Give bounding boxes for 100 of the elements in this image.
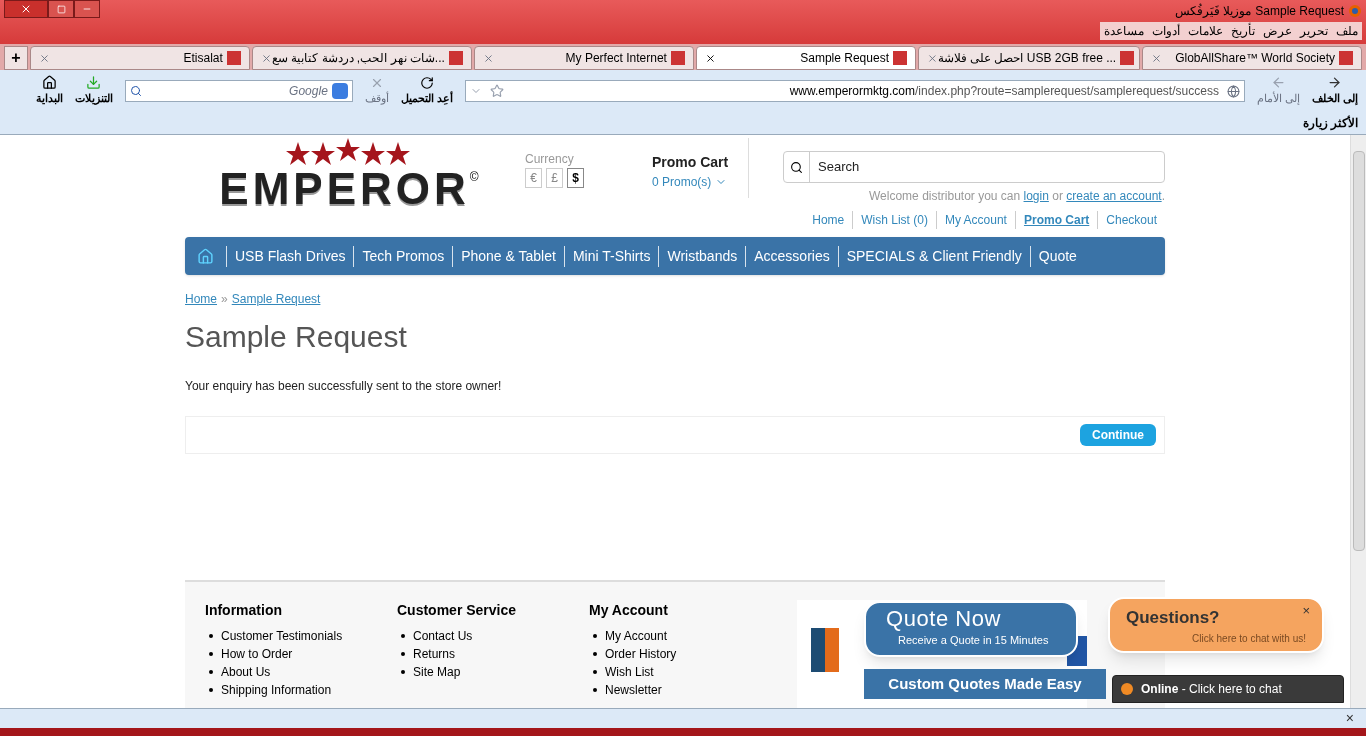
menu-link[interactable]: Wristbands xyxy=(658,245,746,267)
menu-item[interactable]: مساعدة xyxy=(1104,22,1144,40)
menu-item[interactable]: أدوات xyxy=(1152,22,1180,40)
browser-tab[interactable]: My Perfect Internet xyxy=(473,46,694,70)
home-icon[interactable] xyxy=(197,247,214,265)
home-icon xyxy=(41,75,57,91)
menu-link[interactable]: Phone & Tablet xyxy=(452,245,564,267)
footer-link[interactable]: How to Order xyxy=(221,645,293,663)
tab-label: Etisalat xyxy=(183,50,223,67)
restore-button[interactable] xyxy=(48,0,74,18)
close-button[interactable] xyxy=(4,0,48,18)
close-button[interactable]: × xyxy=(1345,708,1354,729)
bullet-icon xyxy=(593,670,597,674)
tab-label: احصل على فلاشة USB 2GB free ... xyxy=(937,50,1117,67)
quote-bubble[interactable]: Quote Now Receive a Quote in 15 Minutes xyxy=(864,601,1078,657)
footer-heading: Customer Service xyxy=(397,601,518,620)
menu-item[interactable]: تأريخ xyxy=(1231,22,1255,40)
minimize-button[interactable] xyxy=(74,0,100,18)
bookmark-item[interactable]: الأكثر زيارة xyxy=(1302,114,1358,132)
footer-link[interactable]: Customer Testimonials xyxy=(221,627,343,645)
favicon xyxy=(892,51,907,65)
menu-link[interactable]: USB Flash Drives xyxy=(226,245,354,267)
footer-link[interactable]: Wish List xyxy=(605,663,654,681)
restore-icon xyxy=(56,4,66,14)
success-message: Your enquiry has been successfully sent to the store owner! xyxy=(185,378,503,395)
back-icon xyxy=(1327,75,1343,91)
menu-link[interactable]: Accessories xyxy=(745,245,838,267)
cart-count[interactable]: 0 Promo(s) xyxy=(652,173,729,191)
menu-link[interactable]: SPECIALS & Client Friendly xyxy=(837,245,1030,267)
currency-button[interactable]: € xyxy=(525,168,542,188)
top-link[interactable]: Checkout xyxy=(1097,211,1165,229)
stop-button[interactable]: أوقف xyxy=(364,75,389,107)
breadcrumb-link[interactable]: Sample Request xyxy=(231,290,321,308)
browser-tab[interactable]: Sample Request xyxy=(695,46,916,70)
back-button[interactable]: إلى الخلف xyxy=(1311,75,1358,107)
cart-title[interactable]: Promo Cart xyxy=(652,152,729,173)
create-account-link[interactable]: create an account xyxy=(1066,189,1162,203)
app-name: موزيلا فَيَرفُكس xyxy=(1174,2,1252,20)
footer-link[interactable]: About Us xyxy=(221,663,271,681)
bullet-icon xyxy=(209,634,213,638)
welcome-text: Welcome distributor you can login or create an account. xyxy=(869,188,1165,205)
address-bar[interactable]: www.emperormktg.com/index.php?route=samplerequest/samplerequest/success xyxy=(464,80,1245,102)
menu-item[interactable]: علامات xyxy=(1188,22,1223,40)
logo[interactable]: EMPEROR© xyxy=(185,138,513,214)
footer-link[interactable]: Contact Us xyxy=(413,627,473,645)
web-search-field[interactable]: Google xyxy=(124,80,353,102)
browser-tab[interactable]: احصل على فلاشة USB 2GB free ... xyxy=(917,46,1140,70)
bullet-icon xyxy=(593,634,597,638)
menu-item[interactable]: عرض xyxy=(1263,22,1292,40)
currency-button[interactable]: $ xyxy=(567,168,584,188)
top-link[interactable]: My Account xyxy=(935,211,1015,229)
login-link[interactable]: login xyxy=(1023,189,1049,203)
tab-label: Sample Request xyxy=(800,50,889,67)
favicon xyxy=(226,51,241,65)
bullet-icon xyxy=(401,652,405,656)
chat-status-bar[interactable]: Online - Click here to chat xyxy=(1112,675,1344,703)
browser-tab[interactable]: شات نهر الحب, دردشة كتابية سع... xyxy=(251,46,472,70)
breadcrumb-link[interactable]: Home xyxy=(185,290,217,308)
tab-label: شات نهر الحب, دردشة كتابية سع... xyxy=(271,50,445,67)
downloads-button[interactable]: التنزيلات xyxy=(74,75,113,107)
tab-label: My Perfect Internet xyxy=(565,50,667,67)
close-button[interactable]: × xyxy=(1302,601,1310,621)
store-search-field[interactable]: Search xyxy=(783,151,1165,183)
footer-link[interactable]: Newsletter xyxy=(605,681,662,699)
menu-item[interactable]: ملف xyxy=(1336,22,1358,40)
forward-button[interactable]: إلى الأمام xyxy=(1256,75,1300,107)
chat-bubble[interactable]: Questions? Click here to chat with us! × xyxy=(1108,597,1324,653)
home-button[interactable]: البداية xyxy=(35,75,63,107)
browser-tab[interactable]: Etisalat xyxy=(29,46,250,70)
favicon xyxy=(670,51,685,65)
top-link[interactable]: Wish List (0) xyxy=(852,211,936,229)
menu-item[interactable]: تحرير xyxy=(1300,22,1328,40)
close-icon xyxy=(20,3,32,15)
menu-link[interactable]: Tech Promos xyxy=(353,245,453,267)
quote-banner[interactable]: Custom Quotes Made Easy xyxy=(864,669,1106,699)
reload-button[interactable]: أعِد التحميل xyxy=(400,75,453,107)
bullet-icon xyxy=(593,652,597,656)
footer-link[interactable]: Returns xyxy=(413,645,456,663)
menu-link[interactable]: Mini T-Shirts xyxy=(563,245,659,267)
close-tab-icon[interactable] xyxy=(704,52,716,64)
footer-link[interactable]: Shipping Information xyxy=(221,681,332,699)
menu-link[interactable]: Quote xyxy=(1029,245,1085,267)
scrollbar[interactable] xyxy=(1350,135,1366,708)
tab-label: GlobAllShare™ World Society xyxy=(1175,50,1335,67)
new-tab-button[interactable]: + xyxy=(4,46,28,70)
bullet-icon xyxy=(401,670,405,674)
browser-tab[interactable]: GlobAllShare™ World Society xyxy=(1141,46,1362,70)
favicon xyxy=(1120,51,1135,65)
footer-link[interactable]: My Account xyxy=(605,627,668,645)
footer-link[interactable]: Site Map xyxy=(413,663,461,681)
footer-heading: My Account xyxy=(589,601,669,620)
bullet-icon xyxy=(209,670,213,674)
currency-button[interactable]: £ xyxy=(546,168,563,188)
search-icon xyxy=(790,160,803,174)
footer-link[interactable]: Order History xyxy=(605,645,677,663)
bookmark-star-icon[interactable] xyxy=(489,84,504,98)
url-text: www.emperormktg.com/index.php?route=samplerequest/samplerequest/success xyxy=(789,83,1219,100)
top-link[interactable]: Home xyxy=(804,211,853,229)
page-heading: Sample Request xyxy=(185,319,408,355)
top-link[interactable]: Promo Cart xyxy=(1014,211,1098,229)
